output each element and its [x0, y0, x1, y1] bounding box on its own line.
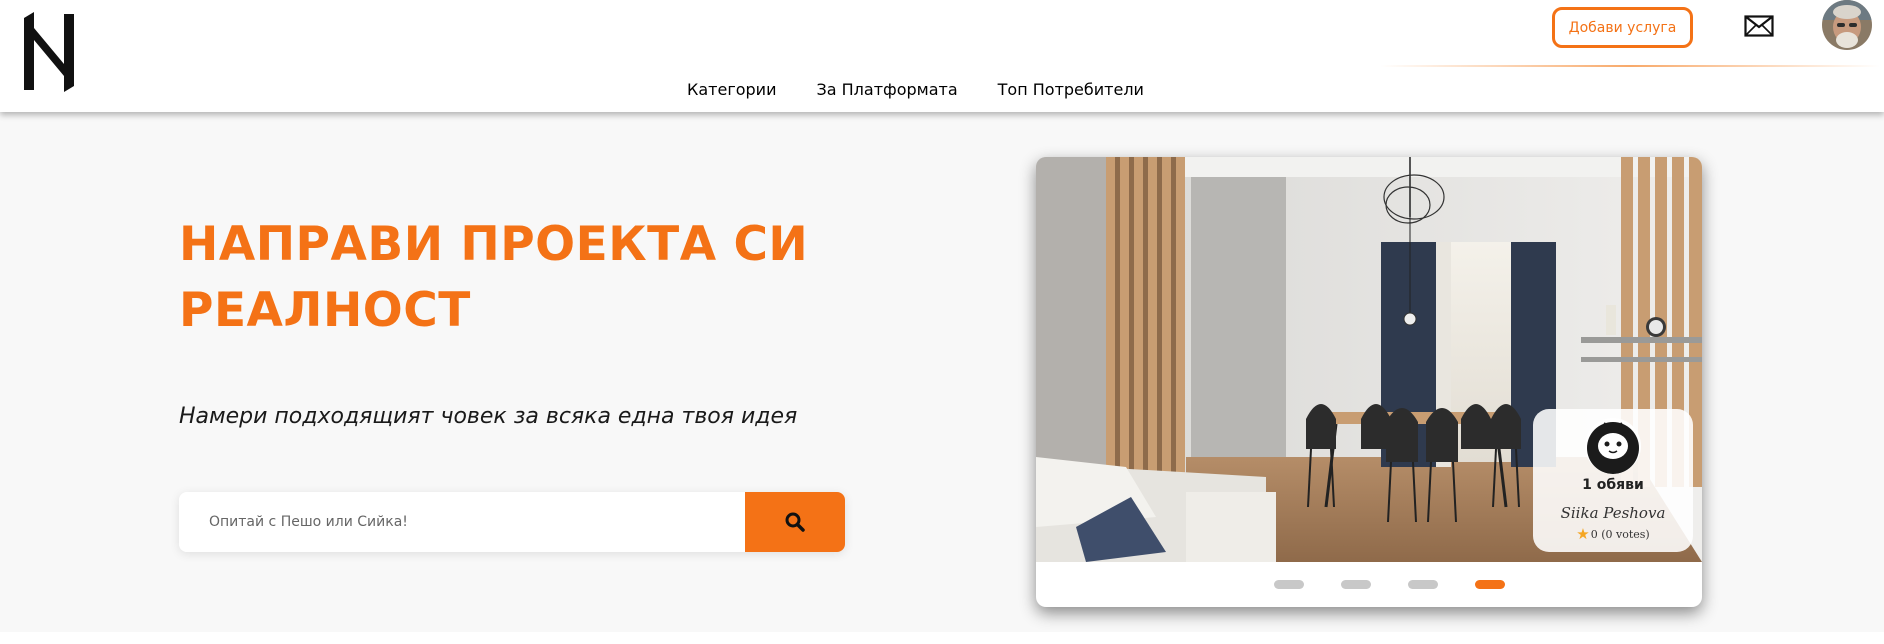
- profile-name: Siika Peshova: [1560, 504, 1666, 522]
- search-button[interactable]: [745, 492, 845, 552]
- hero-subtitle: Намери подходящият човек за всяка една т…: [179, 404, 798, 429]
- rating-text: 0 (0 votes): [1590, 528, 1650, 541]
- hero-section: НАПРАВИ ПРОЕКТА СИ РЕАЛНОСТ Намери подхо…: [0, 112, 1884, 632]
- header-divider: [1380, 65, 1880, 67]
- add-service-button[interactable]: Добави услуга: [1552, 7, 1693, 48]
- profile-avatar: [1585, 418, 1641, 474]
- main-nav: Категории За Платформата Топ Потребители: [687, 80, 1144, 99]
- carousel-dot-2[interactable]: [1340, 580, 1371, 589]
- logo-icon[interactable]: [24, 12, 76, 92]
- nav-item-categories[interactable]: Категории: [687, 80, 776, 99]
- nav-item-about-platform[interactable]: За Платформата: [816, 80, 957, 99]
- user-avatar[interactable]: [1822, 0, 1872, 50]
- featured-carousel: 1 обяви Siika Peshova ★ 0 (0 votes): [1036, 157, 1702, 607]
- site-header: Добави услуга Категории За Платформата Т…: [0, 0, 1884, 112]
- hero-title: НАПРАВИ ПРОЕКТА СИ РЕАЛНОСТ: [179, 217, 809, 338]
- featured-profile-card[interactable]: 1 обяви Siika Peshova ★ 0 (0 votes): [1533, 409, 1693, 552]
- search-input[interactable]: [179, 492, 745, 552]
- search-bar: [179, 492, 845, 552]
- profile-rating: ★ 0 (0 votes): [1533, 527, 1693, 542]
- profile-ads-count: 1 обяви: [1582, 477, 1644, 493]
- envelope-icon[interactable]: [1744, 15, 1774, 37]
- carousel-dot-3[interactable]: [1407, 580, 1438, 589]
- star-icon: ★: [1576, 525, 1590, 543]
- carousel-indicators: [1036, 562, 1702, 607]
- carousel-dot-1[interactable]: [1273, 580, 1304, 589]
- carousel-dot-4[interactable]: [1474, 580, 1505, 589]
- nav-item-top-users[interactable]: Топ Потребители: [998, 80, 1144, 99]
- search-icon: [785, 512, 805, 532]
